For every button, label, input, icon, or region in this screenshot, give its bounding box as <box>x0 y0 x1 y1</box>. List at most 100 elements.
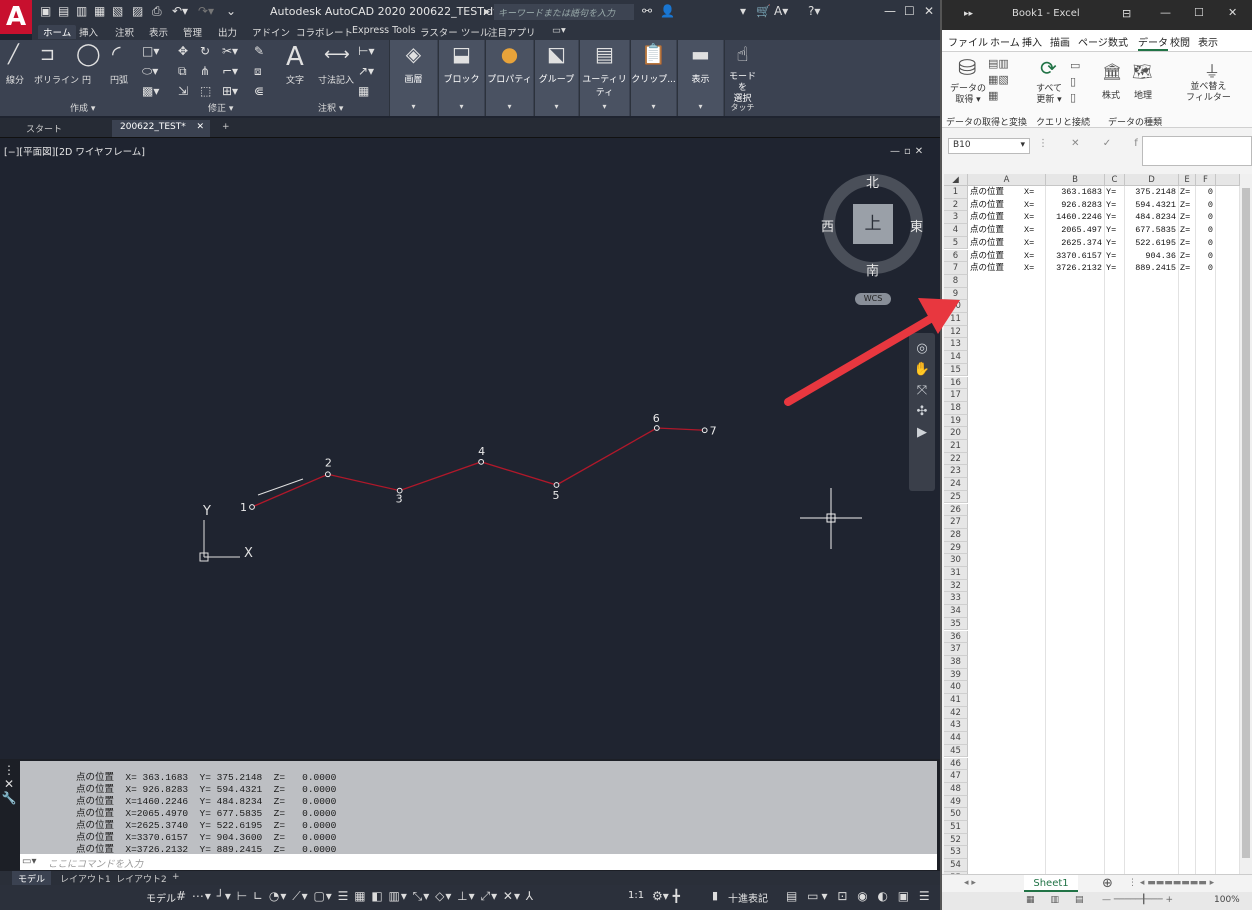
a360-icon[interactable]: A▾ <box>774 4 788 18</box>
row-header[interactable]: 27 <box>944 516 968 529</box>
cell[interactable]: 3726.2132 <box>1046 262 1102 275</box>
cell[interactable]: Z= <box>1180 224 1190 237</box>
close-icon[interactable]: ✕ <box>196 122 204 132</box>
maximize-icon[interactable]: ☐ <box>1194 6 1204 19</box>
column-header[interactable]: C <box>1105 174 1125 186</box>
polyline-icon[interactable]: ⊐ <box>40 44 55 65</box>
ribbon-tab-express[interactable]: Express Tools <box>352 25 416 36</box>
cell[interactable]: 点の位置 <box>970 250 1004 263</box>
cell[interactable]: X= <box>1024 250 1034 263</box>
save-as-icon[interactable]: ▦ <box>94 4 105 18</box>
row-header[interactable]: 1 <box>944 186 968 199</box>
row-header[interactable]: 26 <box>944 503 968 517</box>
cell[interactable]: 889.2415 <box>1125 262 1176 275</box>
tab-layout2[interactable]: レイアウト2 <box>110 871 173 886</box>
tab-drawing[interactable]: 200622_TEST* ✕ <box>112 120 210 137</box>
new-tab-icon[interactable]: + <box>214 120 238 137</box>
cell[interactable]: 3370.6157 <box>1046 250 1102 263</box>
tab-draw[interactable]: 描画 <box>1050 34 1070 49</box>
row-header[interactable]: 3 <box>944 211 968 225</box>
row-header[interactable]: 46 <box>944 757 968 771</box>
group-button[interactable]: ⬕ グループ ▾ <box>534 40 578 116</box>
column-header[interactable]: A <box>968 174 1046 186</box>
panel-modify-label[interactable]: 修正 ▾ <box>208 101 233 114</box>
redo-icon[interactable]: ↷▾ <box>198 4 214 18</box>
viewcube-east[interactable]: 東 <box>910 216 923 235</box>
data-source-icons[interactable]: ▤▥ ▦▧ ▦ <box>988 56 1009 104</box>
row-header[interactable]: 38 <box>944 655 968 669</box>
web-mobile-icon[interactable]: ▧ <box>112 4 123 18</box>
cell[interactable]: 0 <box>1196 250 1213 263</box>
row-header[interactable]: 17 <box>944 389 968 402</box>
column-header[interactable]: F <box>1196 174 1216 186</box>
stocks-icon[interactable]: 🏛 <box>1102 62 1122 81</box>
open-file-icon[interactable]: ▤ <box>58 4 69 18</box>
text-button[interactable]: 文字 <box>286 73 304 86</box>
minimize-icon[interactable]: — <box>884 4 896 18</box>
cell[interactable]: 点の位置 <box>970 262 1004 275</box>
ribbon-tab-output[interactable]: 出力 <box>218 25 237 39</box>
row-header[interactable]: 8 <box>944 274 968 288</box>
cell[interactable]: Y= <box>1106 250 1116 263</box>
dimension-button[interactable]: 寸法記入 <box>318 73 354 86</box>
cell[interactable]: Y= <box>1106 262 1116 275</box>
spreadsheet-grid[interactable]: ◢ A B C D E F 1 点の位置 X= 363.1683 Y= 375.2148 Z= 0 2 点の位置… <box>944 174 1240 885</box>
command-prompt-icon[interactable]: ▭▾ <box>22 856 36 867</box>
row-header[interactable]: 10 <box>944 300 968 313</box>
circle-button[interactable]: 円 <box>82 73 91 86</box>
panel-annotate-label[interactable]: 注釈 ▾ <box>318 101 343 114</box>
cell[interactable]: 点の位置 <box>970 237 1004 250</box>
row-header[interactable]: 31 <box>944 567 968 580</box>
orbit-icon[interactable]: ✣ <box>909 404 935 419</box>
point-marker[interactable] <box>553 482 560 488</box>
gear-icon[interactable]: ⚙▾ ╋ <box>652 889 680 903</box>
cell[interactable]: 点の位置 <box>970 199 1004 212</box>
cell[interactable]: 1460.2246 <box>1046 211 1102 224</box>
wcs-menu[interactable]: WCS <box>855 293 891 305</box>
row-header[interactable]: 53 <box>944 846 968 860</box>
row-header[interactable]: 36 <box>944 630 968 644</box>
annotation-scale[interactable]: 1:1 <box>628 890 644 901</box>
panel-create-label[interactable]: 作成 ▾ <box>70 101 95 114</box>
cell[interactable]: X= <box>1024 186 1034 199</box>
close-icon[interactable]: ✕ <box>0 777 18 791</box>
pan-icon[interactable]: ✋ <box>909 362 935 377</box>
row-header[interactable]: 7 <box>944 262 968 275</box>
cell[interactable]: 0 <box>1196 224 1213 237</box>
erase-icon[interactable]: ✎ <box>254 44 264 58</box>
horizontal-scroll[interactable]: ⋮ ◂ ▬▬▬▬▬▬▬ ▸ <box>1128 878 1214 888</box>
point-marker[interactable] <box>478 458 485 465</box>
ribbon-tab-annotate[interactable]: 注釈 <box>115 25 134 39</box>
close-icon[interactable]: ✕ <box>1228 6 1237 19</box>
select-mode-button[interactable]: ☝ モードを 選択 タッチ <box>724 40 760 116</box>
print-icon[interactable]: ⎙ <box>152 4 162 19</box>
cell[interactable]: 0 <box>1196 186 1213 199</box>
point-marker[interactable] <box>324 471 331 478</box>
select-all-corner[interactable]: ◢ <box>944 174 968 186</box>
row-header[interactable]: 28 <box>944 528 968 542</box>
cell[interactable]: 926.8283 <box>1046 199 1102 212</box>
cell[interactable]: X= <box>1024 262 1034 275</box>
row-header[interactable]: 13 <box>944 338 968 352</box>
drawing-area[interactable]: 1 2 3 4 5 6 7 X Y <box>0 140 940 758</box>
ribbon-tab-insert[interactable]: 挿入 <box>79 25 98 39</box>
tab-insert[interactable]: 挿入 <box>1022 34 1042 49</box>
ribbon-tab-collaborate[interactable]: コラボレート <box>296 25 353 39</box>
row-header[interactable]: 39 <box>944 668 968 682</box>
column-header[interactable]: E <box>1179 174 1196 186</box>
units-label[interactable]: 十進表記 <box>728 890 768 905</box>
row-header[interactable]: 54 <box>944 859 968 872</box>
row-header[interactable]: 25 <box>944 490 968 504</box>
autocad-logo[interactable]: A <box>0 0 32 34</box>
stretch-icon[interactable]: ⇲ <box>178 84 188 98</box>
move-icon[interactable]: ✥ <box>178 44 188 58</box>
row-header[interactable]: 30 <box>944 554 968 567</box>
row-header[interactable]: 40 <box>944 681 968 694</box>
row-header[interactable]: 35 <box>944 617 968 631</box>
ribbon-tab-manage[interactable]: 管理 <box>183 25 202 39</box>
circle-icon[interactable]: ◯ <box>76 42 101 67</box>
clipboard-button[interactable]: 📋 クリップ... ▾ <box>630 40 676 116</box>
cell[interactable]: 点の位置 <box>970 224 1004 237</box>
row-header[interactable]: 50 <box>944 808 968 821</box>
row-header[interactable]: 18 <box>944 401 968 415</box>
